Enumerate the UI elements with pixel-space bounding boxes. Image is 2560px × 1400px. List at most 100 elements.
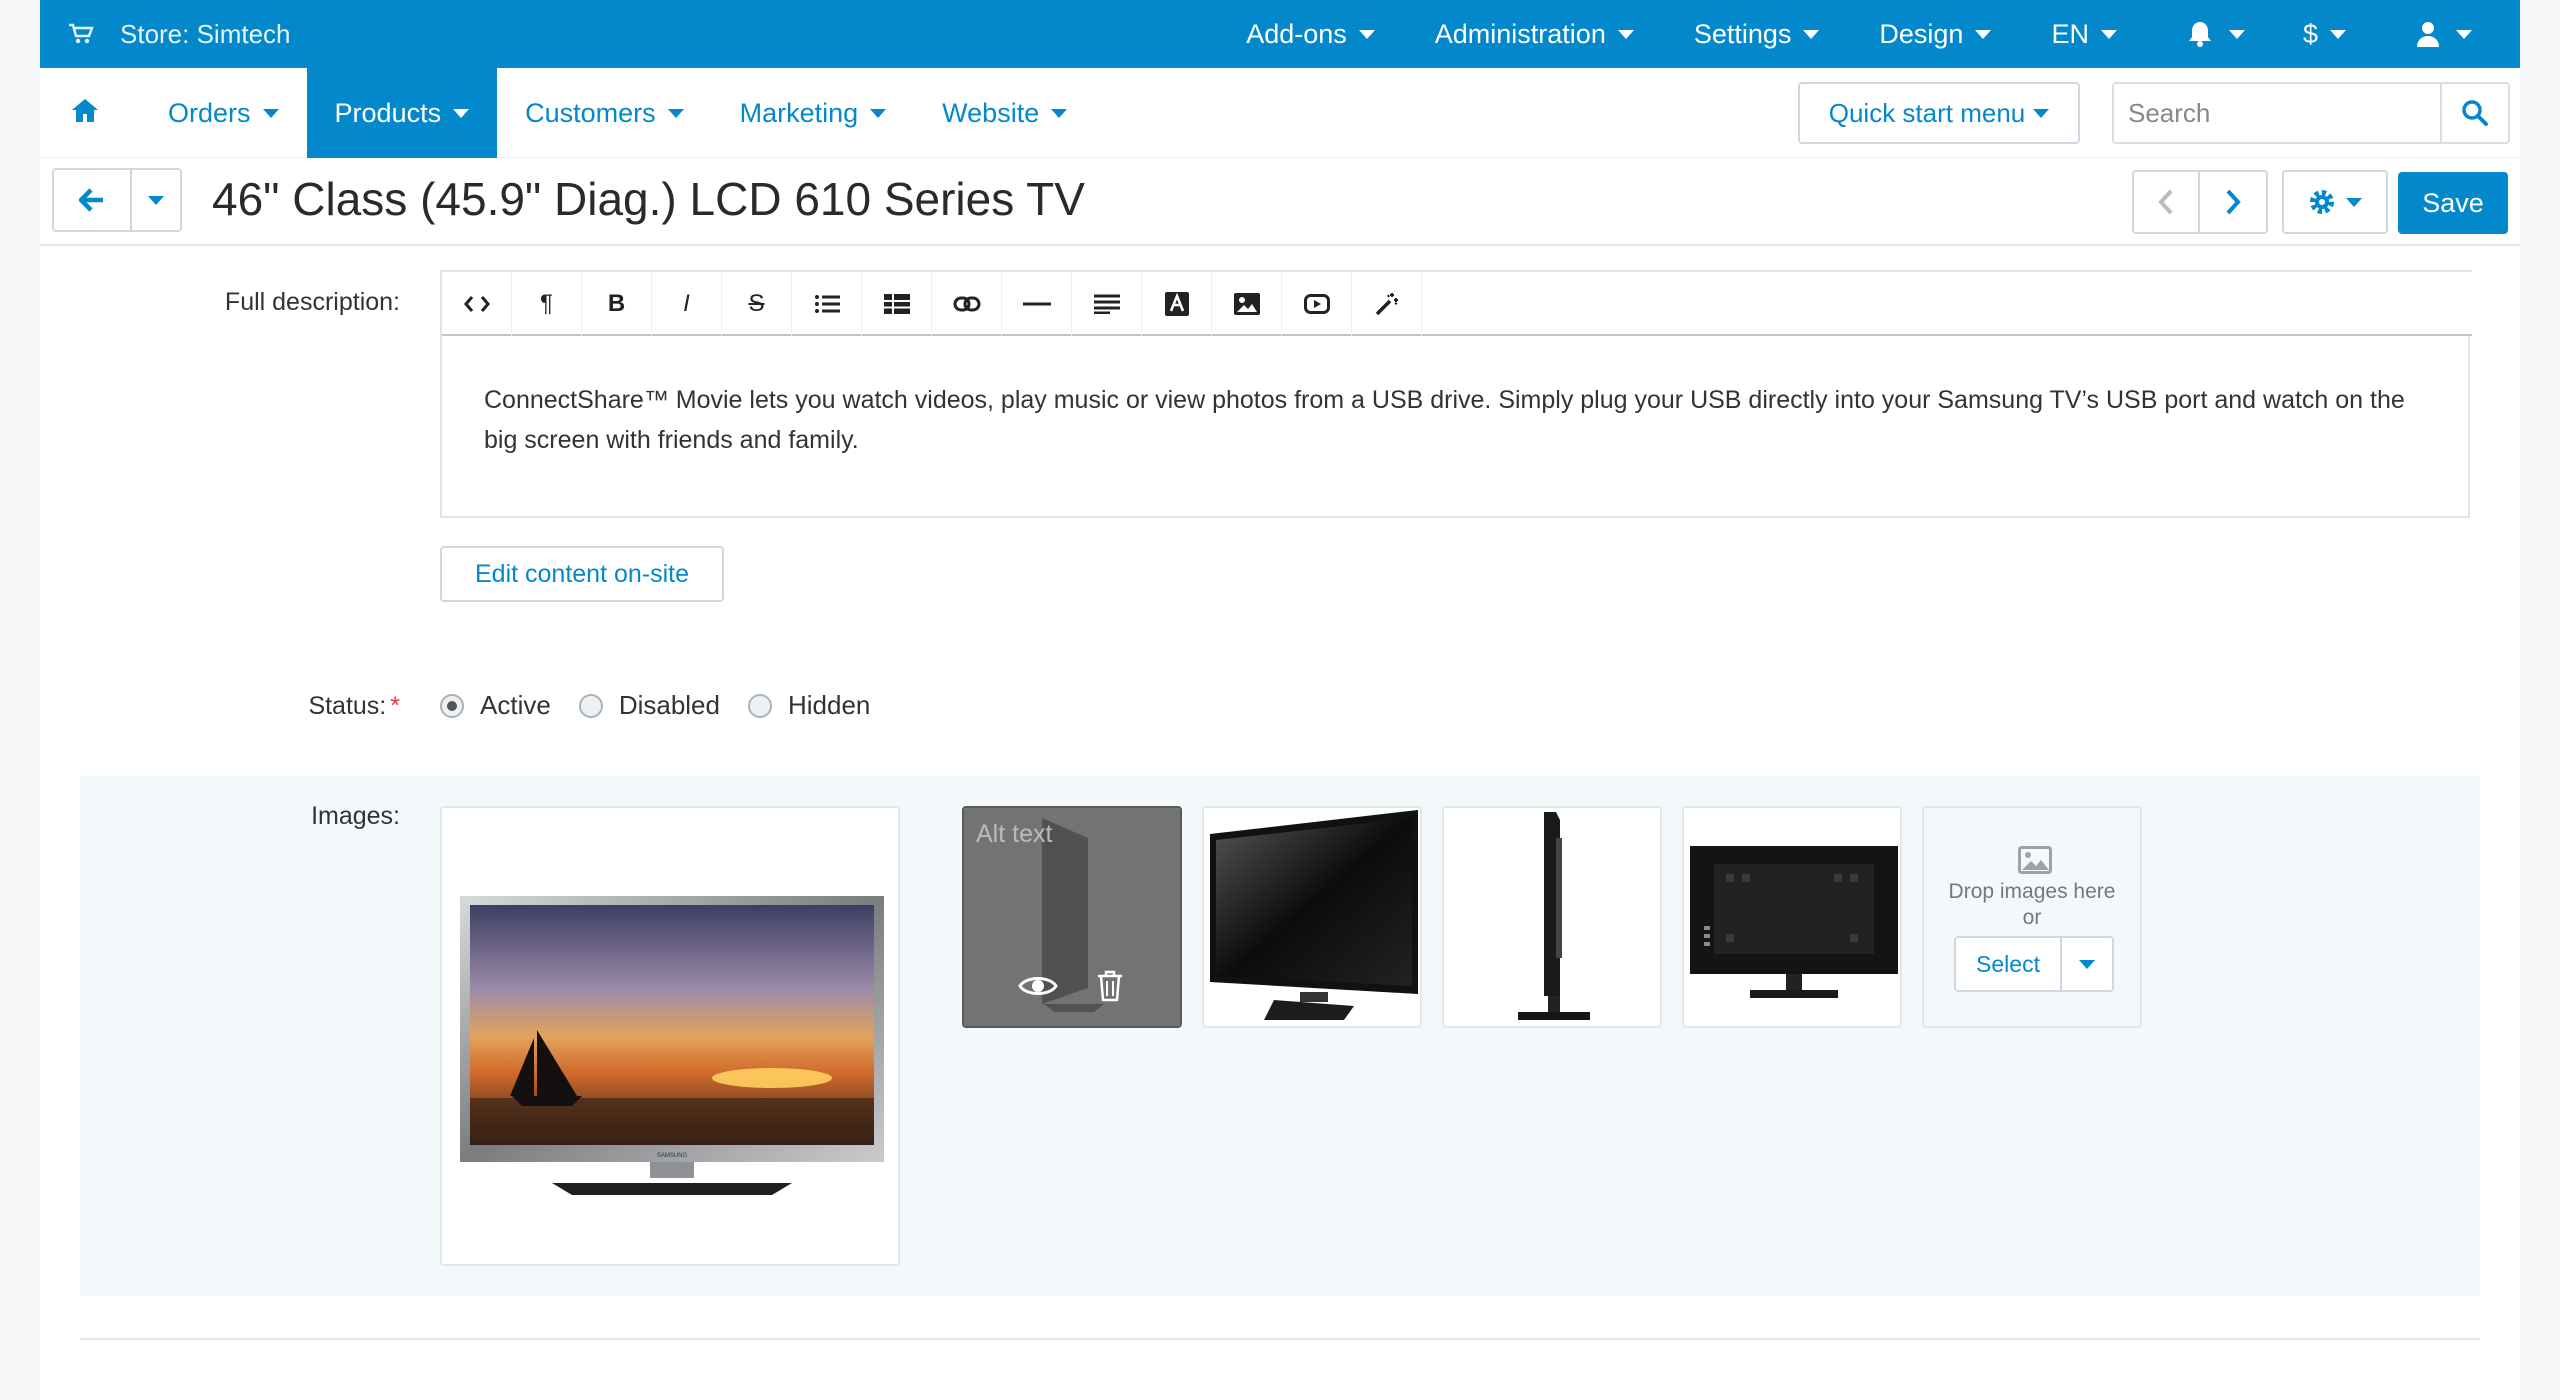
topmenu-design[interactable]: Design (1849, 0, 2021, 68)
status-label-text: Status: (308, 692, 387, 720)
caret-down-icon (2079, 959, 2095, 969)
radio-label: Active (480, 690, 551, 720)
full-description-label: Full description: (224, 288, 400, 316)
caret-down-icon (2456, 29, 2472, 39)
cart-icon (69, 23, 94, 44)
nav-item-marketing[interactable]: Marketing (712, 68, 915, 158)
radio-button[interactable] (747, 693, 772, 718)
bold-icon[interactable]: B (582, 272, 652, 336)
store-switcher[interactable]: Store: Simtech (68, 19, 291, 50)
caret-down-icon (870, 108, 887, 118)
status-label: Status: * (120, 692, 440, 721)
topmenu-administration[interactable]: Administration (1405, 0, 1664, 68)
caret-down-icon (148, 195, 164, 205)
required-marker: * (390, 692, 400, 720)
topmenu-user[interactable] (2376, 0, 2520, 68)
dropzone-text: Drop images here (1948, 880, 2116, 903)
status-radio-group: Active Disabled Hidden (440, 690, 898, 721)
strikethrough-icon[interactable]: S (722, 272, 792, 336)
alt-text-label[interactable]: Alt text (976, 820, 1052, 849)
select-image-dropdown[interactable] (2062, 936, 2114, 992)
link-icon[interactable] (932, 272, 1002, 336)
caret-down-icon (2346, 197, 2362, 207)
back-button-group (52, 168, 182, 232)
topmenu-label: $ (2302, 18, 2318, 49)
caret-down-icon (2100, 29, 2117, 39)
back-dropdown-button[interactable] (132, 168, 182, 232)
main-product-image[interactable]: SAMSUNG (440, 806, 900, 1266)
product-pager (2132, 170, 2268, 234)
quick-start-menu-button[interactable]: Quick start menu (1798, 82, 2080, 144)
topmenu-addons[interactable]: Add-ons (1216, 0, 1405, 68)
nav-item-label: Orders (168, 97, 251, 128)
nav-item-website[interactable]: Website (914, 68, 1095, 158)
caret-down-icon (667, 108, 684, 118)
topmenu-settings[interactable]: Settings (1664, 0, 1850, 68)
search-input[interactable] (2112, 82, 2440, 144)
page-title: 46" Class (45.9" Diag.) LCD 610 Series T… (212, 173, 1085, 225)
tv-back-image (1690, 846, 1898, 998)
store-label: Store: Simtech (120, 18, 291, 49)
caret-down-icon (2033, 108, 2050, 118)
code-icon[interactable] (442, 272, 512, 336)
bullet-list-icon[interactable] (792, 272, 862, 336)
top-menu: Add-ons Administration Settings Design E… (1216, 0, 2520, 68)
status-option-active[interactable]: Active (440, 690, 551, 721)
product-image-5[interactable] (1682, 806, 1902, 1028)
topmenu-label: Design (1879, 18, 1964, 49)
next-product-button[interactable] (2200, 170, 2268, 234)
nav-item-label: Website (942, 97, 1040, 128)
image-icon[interactable] (1212, 272, 1282, 336)
caret-down-icon (2330, 29, 2346, 39)
nav-item-products[interactable]: Products (306, 68, 498, 158)
search-button[interactable] (2440, 82, 2510, 144)
radio-label: Disabled (618, 690, 720, 720)
search-box (2112, 82, 2510, 144)
product-image-2[interactable]: Alt text (962, 806, 1182, 1028)
paragraph-icon[interactable]: ¶ (512, 272, 582, 336)
image-dropzone[interactable]: Drop images here or Select (1922, 806, 2142, 1028)
select-image-button[interactable]: Select (1954, 936, 2062, 992)
table-icon[interactable] (862, 272, 932, 336)
caret-down-icon (1975, 29, 1992, 39)
horizontal-rule-icon[interactable] (1002, 272, 1072, 336)
tv-front-sunset-image: SAMSUNG (460, 896, 884, 1195)
home-icon[interactable] (70, 96, 100, 126)
topmenu-currency[interactable]: $ (2273, 0, 2376, 68)
caret-down-icon (1358, 29, 1375, 39)
topmenu-label: Administration (1434, 18, 1606, 49)
product-image-4[interactable] (1442, 806, 1662, 1028)
topmenu-notifications[interactable] (2147, 0, 2273, 68)
back-button[interactable] (52, 168, 132, 232)
nav-item-customers[interactable]: Customers (497, 68, 712, 158)
topmenu-label: Settings (1693, 18, 1792, 49)
magic-wand-icon[interactable] (1352, 272, 1422, 336)
italic-icon[interactable]: I (652, 272, 722, 336)
video-icon[interactable] (1282, 272, 1352, 336)
caret-down-icon (2228, 29, 2245, 39)
tv-side-image (1518, 812, 1590, 1020)
settings-dropdown-button[interactable] (2282, 170, 2388, 234)
status-option-disabled[interactable]: Disabled (578, 690, 720, 721)
save-button[interactable]: Save (2398, 172, 2508, 234)
product-image-3[interactable] (1202, 806, 1422, 1028)
radio-button[interactable] (578, 693, 603, 718)
font-color-icon[interactable] (1142, 272, 1212, 336)
previous-product-button[interactable] (2132, 170, 2200, 234)
admin-app: Store: Simtech Add-ons Administration Se… (40, 0, 2520, 1400)
description-text[interactable]: ConnectShare™ Movie lets you watch video… (484, 380, 2444, 460)
edit-content-onsite-button[interactable]: Edit content on-site (440, 546, 724, 602)
radio-button[interactable] (440, 693, 464, 718)
eye-icon[interactable] (1018, 972, 1058, 1000)
status-option-hidden[interactable]: Hidden (747, 690, 870, 721)
nav-item-orders[interactable]: Orders (140, 68, 307, 158)
select-image-group: Select (1954, 936, 2114, 992)
topmenu-language[interactable]: EN (2021, 0, 2147, 68)
editor-toolbar: ¶ B I S (442, 270, 2472, 336)
nav-item-label: Products (334, 97, 442, 128)
trash-icon[interactable] (1096, 970, 1124, 1002)
bell-icon (2188, 22, 2211, 47)
product-form: Full description: ¶ B I S ConnectShare™ … (40, 246, 2520, 1400)
topmenu-label: Add-ons (1246, 18, 1347, 49)
align-icon[interactable] (1072, 272, 1142, 336)
